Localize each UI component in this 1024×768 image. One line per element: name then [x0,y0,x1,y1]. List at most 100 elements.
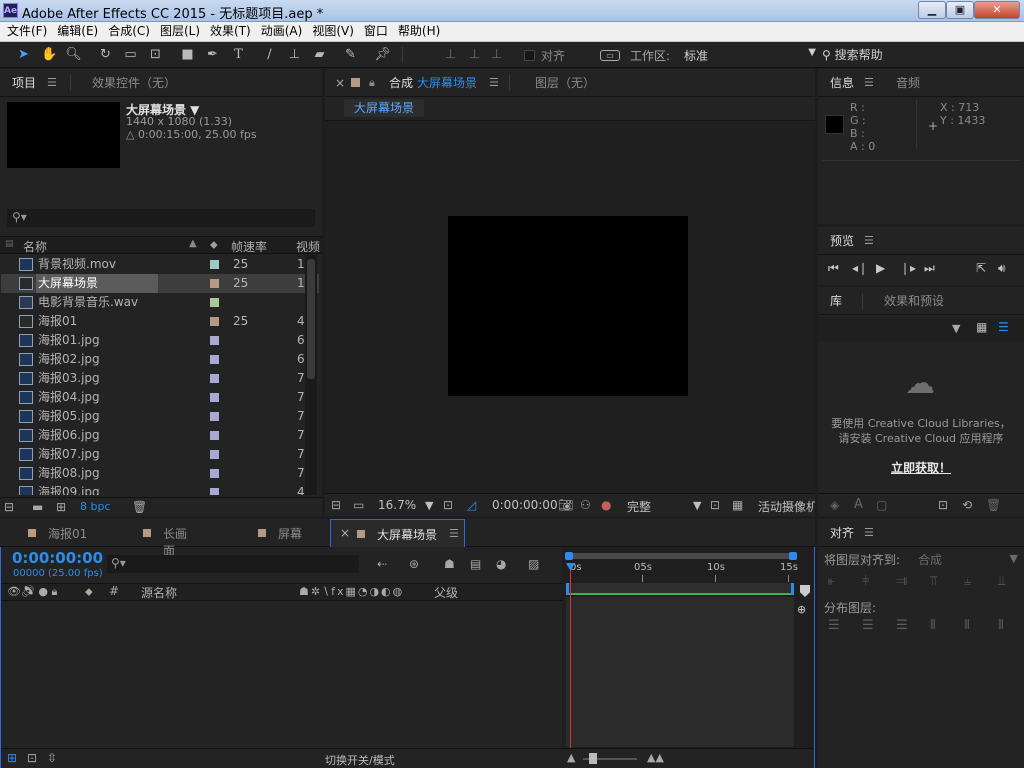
align-to-dropdown[interactable]: 合成 ▼ [918,551,1018,568]
navigator-start-handle[interactable] [565,552,573,560]
zoom-slider-thumb[interactable] [589,753,597,764]
label-color-swatch[interactable] [210,336,219,345]
tab-info[interactable]: 信息 [830,69,854,97]
close-tab-icon[interactable]: × [335,69,345,97]
workspace-dropdown[interactable]: 标准 ▼ [684,47,816,64]
menu-composition[interactable]: 合成(C) [103,22,155,41]
align-v-center-icon[interactable]: ⫨ [964,574,971,589]
timeline-search-input[interactable]: ⚲▾ [107,555,359,573]
distribute-left-icon[interactable]: ⦀ [930,618,936,633]
menu-animation[interactable]: 动画(A) [256,22,308,41]
interpret-footage-icon[interactable]: ⊟ [4,499,14,515]
comp-breadcrumb[interactable]: 大屏幕场景 [344,99,425,117]
chevron-down-icon[interactable]: ▼ [952,322,960,335]
scroll-thumb[interactable] [307,259,315,379]
project-item-row[interactable]: 电影背景音乐.wav [1,293,319,312]
timeline-tab[interactable]: 屏幕 [250,519,330,547]
clone-stamp-tool-icon[interactable]: ⊥ [285,46,304,64]
transfer-controls-icon[interactable]: ⊡ [27,750,37,766]
timeline-tab[interactable]: 海报01 [20,519,90,547]
distribute-h-center-icon[interactable]: ⦀ [964,618,970,633]
bit-depth-button[interactable]: 8 bpc [80,500,111,513]
distribute-top-icon[interactable]: ☰ [828,618,840,633]
text-add-icon[interactable]: A [854,497,863,512]
tab-preview[interactable]: 预览 [830,227,854,255]
previous-frame-icon[interactable]: ◂❘ [852,261,868,275]
timeline-timecode[interactable]: 0:00:00:00 [12,549,103,567]
mask-visibility-icon[interactable]: ◿ [467,497,476,513]
roto-brush-tool-icon[interactable]: ✎ [341,46,360,64]
project-item-row[interactable]: 海报07.jpg 7 [1,445,319,464]
align-right-icon[interactable]: ⫥ [896,574,907,589]
layer-track-area[interactable] [566,597,794,747]
project-item-row[interactable]: 海报01 25 4 [1,312,319,331]
trash-icon[interactable]: 🗑︎ [986,497,1001,513]
tab-audio[interactable]: 音频 [896,69,920,97]
label-color-swatch[interactable] [210,355,219,364]
motion-blur-icon[interactable]: ◕ [496,556,506,572]
sync-icon[interactable]: ⟲ [962,497,972,513]
panel-menu-icon[interactable]: ☰ [47,69,57,97]
chevron-down-icon[interactable]: ▼ [693,499,701,512]
tab-composition-prefix[interactable]: 合成 [389,69,413,97]
align-bottom-icon[interactable]: ⫫ [998,574,1005,589]
world-axis-icon[interactable]: ⊥ [465,46,484,64]
menu-edit[interactable]: 编辑(E) [52,22,103,41]
rectangle-tool-icon[interactable]: ■ [178,46,197,64]
grid-view-icon[interactable]: ▦ [976,320,987,334]
camera-tool-icon[interactable]: ▭ [121,46,140,64]
label-color-swatch[interactable] [210,488,219,495]
maximize-button[interactable]: ▣ [946,1,974,19]
zoom-out-icon[interactable]: ▲ [567,751,575,764]
work-area-end[interactable] [791,583,794,595]
column-video[interactable]: 视频 [296,238,320,255]
panel-menu-icon[interactable]: ☰ [489,69,499,97]
always-preview-icon[interactable]: ⊟ [331,497,341,513]
distribute-v-center-icon[interactable]: ☰ [862,618,874,633]
new-folder-icon[interactable]: ▬ [32,499,43,515]
menu-effect[interactable]: 效果(T) [205,22,256,41]
frame-blending-icon[interactable]: ▤ [470,556,481,572]
toggle-switches-modes[interactable]: 切换开关/模式 [325,752,395,768]
comp-button-icon[interactable]: ⊕ [797,603,806,616]
close-button[interactable]: ✕ [974,1,1020,19]
tab-layer[interactable]: 图层（无） [535,69,595,97]
panel-menu-icon[interactable]: ☰ [864,69,874,97]
snapshot-icon[interactable]: 📷︎ [558,497,573,513]
distribute-bottom-icon[interactable]: ☰ [896,618,908,633]
tab-align[interactable]: 对齐 [830,519,854,547]
align-checkbox[interactable] [524,50,535,61]
column-name[interactable]: 名称 [23,238,47,255]
color-channel-icon[interactable]: ● [601,498,611,512]
align-left-icon[interactable]: ⫦ [828,574,835,589]
label-color-swatch[interactable] [210,298,219,307]
current-time-indicator[interactable] [570,563,571,749]
tab-effect-controls[interactable]: 效果控件（无） [92,69,176,97]
monitor-icon[interactable]: ▭ [353,497,364,513]
source-name-column[interactable]: 源名称 [141,584,177,601]
chevron-down-icon[interactable]: ▼ [425,499,433,512]
label-color-swatch[interactable] [210,279,219,288]
label-color-swatch[interactable] [210,431,219,440]
zoom-value[interactable]: 16.7% [378,498,416,512]
menu-window[interactable]: 窗口 [359,22,393,41]
zoom-tool-icon[interactable]: 🔍︎ [64,46,83,64]
project-item-row[interactable]: 海报03.jpg 7 [1,369,319,388]
get-it-now-link[interactable]: 立即获取！ [818,459,1024,476]
menu-help[interactable]: 帮助(H) [393,22,445,41]
timeline-tab[interactable]: 长画面 [135,519,190,558]
resolution-dropdown[interactable]: 完整 [627,498,651,515]
menu-file[interactable]: 文件(F) [2,22,52,41]
project-item-row[interactable]: 海报06.jpg 7 [1,426,319,445]
project-item-row[interactable]: 大屏幕场景 25 1 [1,274,319,293]
search-help-field[interactable]: ⚲ 搜索帮助 [822,46,1022,64]
tab-library[interactable]: 库 [830,287,842,315]
brush-tool-icon[interactable]: ∕ [260,46,279,64]
project-search-input[interactable]: ⚲▾ [7,209,315,227]
next-frame-icon[interactable]: ❘▸ [900,261,916,275]
label-color-swatch[interactable] [210,393,219,402]
trash-icon[interactable]: 🗑︎ [132,499,147,515]
align-top-icon[interactable]: ⫪ [930,574,937,589]
last-frame-icon[interactable]: ⏭ [924,261,935,276]
loop-icon[interactable]: ⇱ [976,261,986,275]
